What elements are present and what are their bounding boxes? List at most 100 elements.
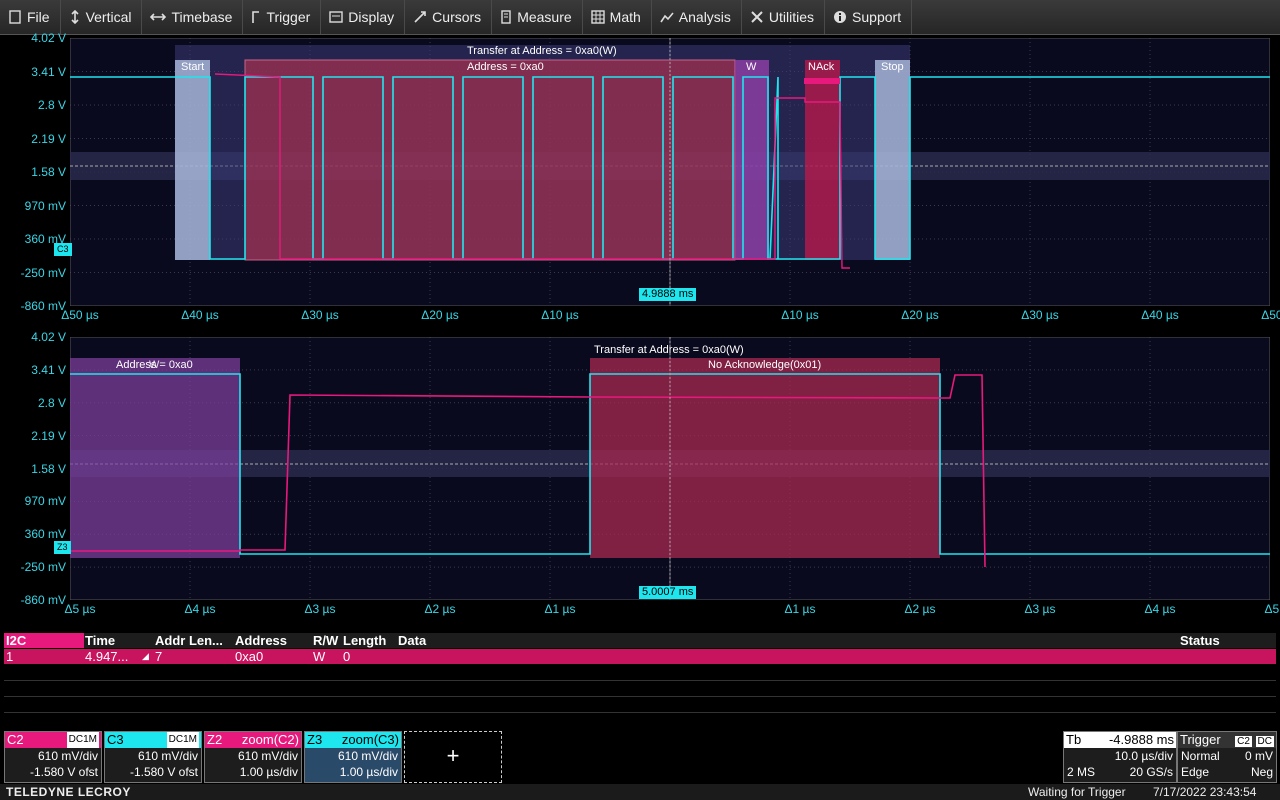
trigger-source: C2	[1235, 736, 1252, 747]
stop-overlay	[875, 60, 910, 260]
top-y-tick-label: 2.8 V	[37, 98, 66, 112]
trace-descriptor-c3[interactable]: C3 DC1M 610 mV/div -1.580 V ofst	[104, 731, 202, 783]
vertical-arrows-icon	[69, 10, 86, 24]
z3-channel-marker[interactable]: Z3	[54, 541, 71, 554]
menu-label: File	[27, 9, 50, 25]
menu-cursors[interactable]: Cursors	[405, 0, 493, 34]
top-cursor-readout[interactable]: 4.9888 ms	[639, 288, 697, 301]
add-trace-button[interactable]: +	[404, 731, 502, 783]
trigger-slope: Neg	[1250, 765, 1273, 779]
measure-icon	[500, 10, 517, 24]
zoom-transfer-label: Transfer at Address = 0xa0(W)	[594, 344, 744, 356]
menu-measure[interactable]: Measure	[492, 0, 583, 34]
menu-file[interactable]: File	[0, 0, 61, 34]
trace-offset: 1.00 µs/div	[339, 765, 398, 779]
timebase-samples: 2 MS	[1067, 765, 1096, 779]
w-overlay	[735, 60, 769, 260]
bottom-x-tick-label: Δ4 µs	[1144, 602, 1176, 616]
col-status[interactable]: Status	[1180, 633, 1220, 648]
top-waveform-grid[interactable]	[70, 38, 1270, 306]
zoom-address-overlay	[70, 358, 240, 558]
bottom-x-tick-label: Δ3 µs	[1024, 602, 1056, 616]
table-row[interactable]: 1 4.947... ◢ 7 0xa0 W 0	[4, 649, 1276, 664]
cursors-icon	[413, 10, 432, 24]
trace-descriptor-z2[interactable]: Z2 zoom(C2) 610 mV/div 1.00 µs/div	[204, 731, 302, 783]
col-rw[interactable]: R/W	[313, 633, 338, 648]
file-icon	[8, 10, 27, 24]
start-overlay	[175, 60, 210, 260]
menu-timebase[interactable]: Timebase	[142, 0, 244, 34]
support-icon	[833, 10, 852, 24]
zoom-cursor-readout[interactable]: 5.0007 ms	[639, 586, 697, 599]
trace-descriptor-c2[interactable]: C2 DC1M 610 mV/div -1.580 V ofst	[4, 731, 102, 783]
row-addr-len: 7	[155, 649, 163, 664]
trigger-descriptor[interactable]: Trigger C2 DC Normal 0 mV Edge Neg	[1177, 731, 1277, 783]
trace-name: Z2	[207, 732, 223, 747]
brand-logo: TELEDYNE LECROY	[6, 785, 131, 799]
timebase-descriptor[interactable]: Tb -4.9888 ms 10.0 µs/div 2 MS 20 GS/s	[1063, 731, 1177, 783]
top-y-tick-label: 1.58 V	[31, 165, 66, 179]
menu-label: Math	[609, 9, 641, 25]
analysis-icon	[660, 11, 679, 23]
top-y-tick-label: 2.19 V	[31, 131, 66, 146]
col-length[interactable]: Length	[343, 633, 386, 648]
timebase-rate: 20 GS/s	[1129, 765, 1173, 779]
bottom-y-tick-label: 1.58 V	[31, 461, 66, 476]
menu-label: Support	[852, 9, 902, 25]
menu-label: Utilities	[768, 9, 815, 25]
date-time: 7/17/2022 23:43:54	[1153, 785, 1257, 799]
trace-coupling: DC1M	[166, 732, 199, 748]
bottom-y-tick-label: 4.02 V	[31, 330, 66, 344]
trigger-level: 0 mV	[1244, 749, 1273, 763]
top-start-label: Start	[181, 61, 205, 73]
bottom-y-tick-label: 360 mV	[24, 527, 66, 542]
row-length: 0	[343, 649, 351, 664]
trace-vdiv: 610 mV/div	[237, 749, 298, 763]
menu-trigger[interactable]: Trigger	[243, 0, 322, 34]
menu-analysis[interactable]: Analysis	[652, 0, 742, 34]
expand-arrow-icon[interactable]: ◢	[142, 649, 149, 664]
c3-channel-marker[interactable]: C3	[54, 243, 72, 256]
trigger-label: Trigger	[1180, 732, 1221, 747]
horizontal-arrows-icon	[150, 11, 171, 23]
menu-vertical[interactable]: Vertical	[61, 0, 143, 34]
col-addr-len[interactable]: Addr Len...	[155, 633, 223, 648]
row-address: 0xa0	[235, 649, 264, 664]
col-data[interactable]: Data	[398, 633, 426, 648]
row-time: 4.947...	[85, 649, 129, 664]
menu-support[interactable]: Support	[825, 0, 913, 34]
bottom-x-tick-label: Δ4 µs	[184, 602, 216, 616]
top-x-tick-label: Δ40 µs	[1141, 308, 1179, 322]
nack-overlay	[805, 60, 840, 260]
zoom-waveform-grid[interactable]	[70, 337, 1270, 600]
trace-name: C2	[7, 732, 24, 747]
top-transfer-label: Transfer at Address = 0xa0(W)	[467, 45, 617, 57]
top-x-tick-label: Δ40 µs	[181, 308, 219, 322]
timebase-label: Tb	[1066, 732, 1082, 747]
decode-table[interactable]: I2C Time Addr Len... Address R/W Length …	[4, 633, 1276, 727]
menu-label: Timebase	[171, 9, 233, 25]
menu-display[interactable]: Display	[321, 0, 406, 34]
menu-label: Measure	[517, 9, 572, 25]
bottom-x-tick-label: Δ5 µs	[64, 602, 96, 616]
utilities-icon	[750, 10, 769, 24]
col-address[interactable]: Address	[235, 633, 287, 648]
trace-descriptor-z3[interactable]: Z3 zoom(C3) 610 mV/div 1.00 µs/div	[304, 731, 402, 783]
c2-pulse	[804, 78, 840, 84]
menu-label: Analysis	[678, 9, 731, 25]
timebase-delay: -4.9888 ms	[1108, 732, 1174, 747]
trace-coupling: zoom(C2)	[241, 732, 299, 747]
top-x-tick-label: Δ50 µs	[61, 308, 99, 322]
top-y-tick-label: 970 mV	[24, 198, 66, 213]
timebase-tdiv: 10.0 µs/div	[1114, 749, 1173, 763]
menu-utilities[interactable]: Utilities	[742, 0, 826, 34]
trigger-mode: Normal	[1181, 749, 1220, 763]
top-x-tick-label: Δ50 µs	[1261, 308, 1280, 322]
top-y-tick-label: -860 mV	[20, 299, 66, 313]
col-time[interactable]: Time	[85, 633, 115, 648]
bottom-x-tick-label: Δ2 µs	[424, 602, 456, 616]
menu-math[interactable]: Math	[583, 0, 652, 34]
menu-label: Trigger	[266, 9, 311, 25]
row-index: 1	[6, 649, 14, 664]
top-nack-label: NAck	[808, 61, 835, 73]
